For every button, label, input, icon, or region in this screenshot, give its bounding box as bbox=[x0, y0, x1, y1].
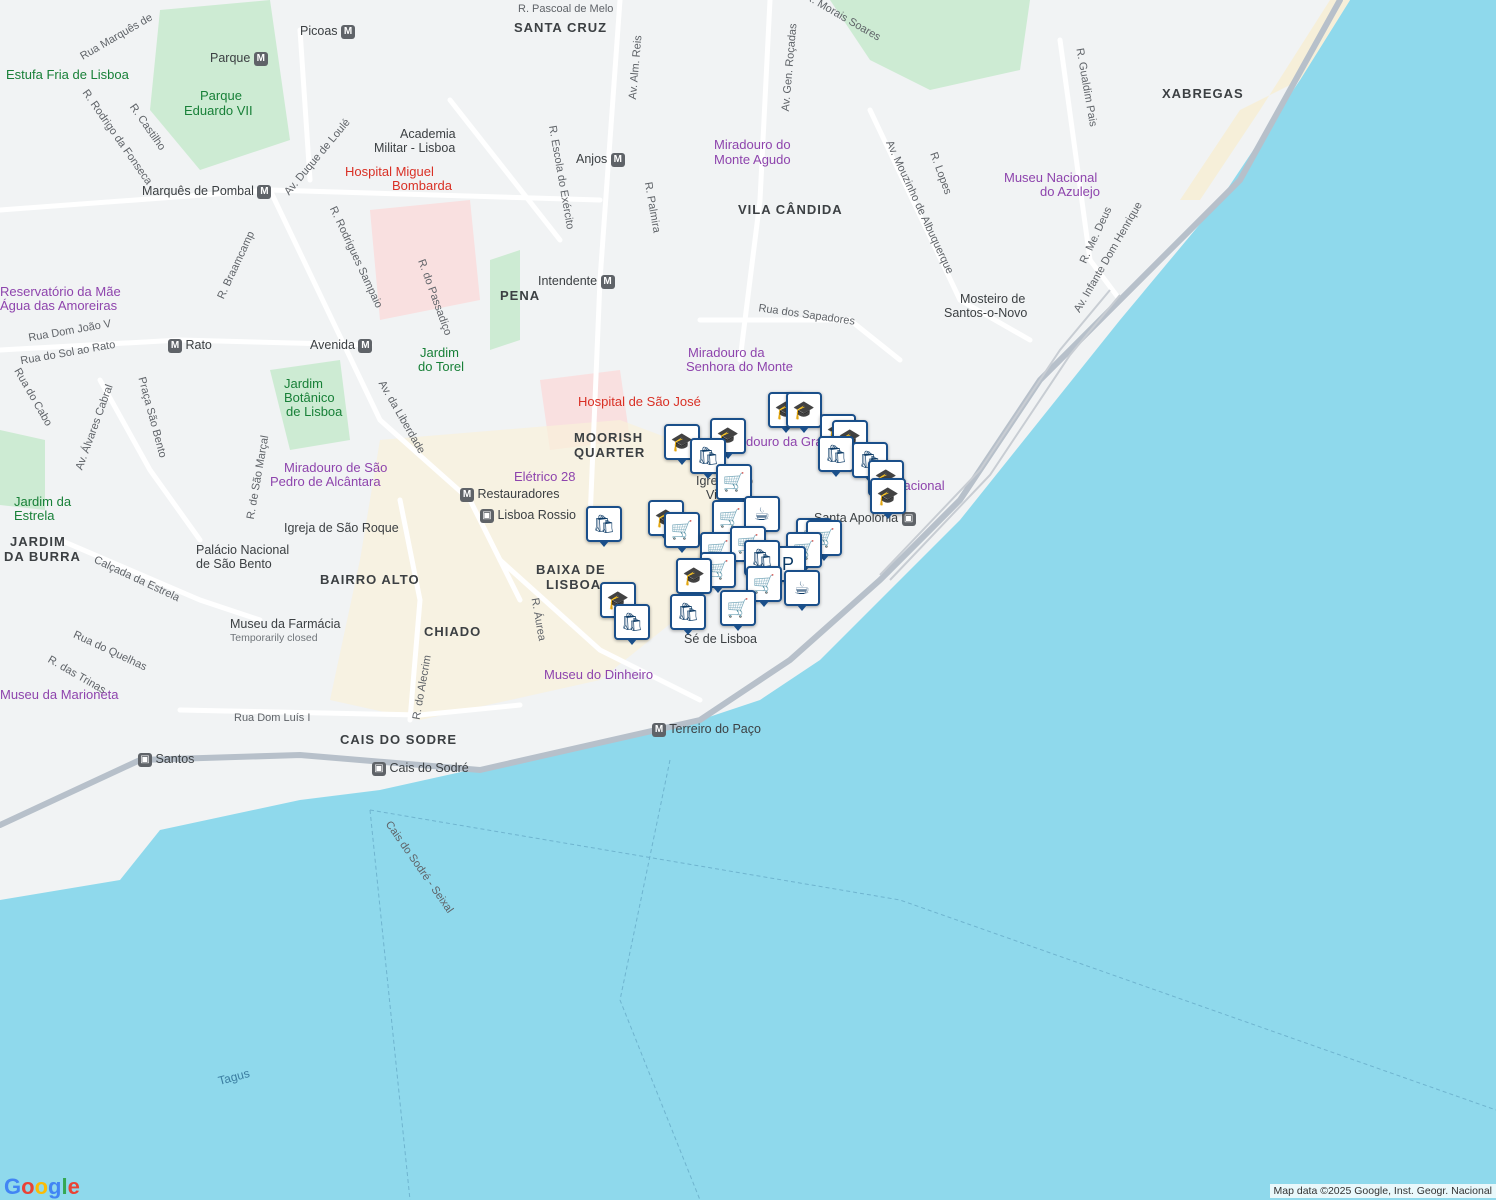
poi-senhora-do-monte[interactable]: Senhora do Monte bbox=[686, 359, 793, 374]
district-jardim: JARDIM bbox=[10, 534, 66, 549]
poi-botanico-3[interactable]: de Lisboa bbox=[286, 404, 342, 419]
metro-icon: M bbox=[600, 274, 615, 289]
poi-estufa-fria[interactable]: Estufa Fria de Lisboa bbox=[6, 67, 129, 82]
poi-sao-pedro-2[interactable]: Pedro de Alcântara bbox=[270, 474, 381, 489]
shopping-cart-pin[interactable]: 🛒 bbox=[716, 464, 752, 505]
school-pin[interactable]: 🎓 bbox=[870, 478, 906, 519]
metro-icon: M bbox=[460, 487, 474, 502]
poi-academia-2[interactable]: Militar - Lisboa bbox=[374, 141, 455, 156]
metro-icon: M bbox=[610, 152, 625, 167]
metro-avenida[interactable]: Avenida M bbox=[310, 338, 373, 353]
poi-sao-bento[interactable]: de São Bento bbox=[196, 557, 272, 572]
station-santos[interactable]: ▣ Santos bbox=[138, 752, 194, 767]
station-rossio[interactable]: ▣ Lisboa Rossio bbox=[480, 508, 576, 523]
metro-intendente[interactable]: Intendente M bbox=[538, 274, 615, 289]
metro-icon: M bbox=[253, 51, 268, 66]
district-lisboa: LISBOA bbox=[546, 577, 602, 592]
metro-icon: M bbox=[257, 184, 272, 199]
poi-hospital-sao-jose[interactable]: Hospital de São José bbox=[578, 394, 701, 409]
shopping-cart-pin[interactable]: 🛒 bbox=[720, 590, 756, 631]
map-attribution: Map data ©2025 Google, Inst. Geogr. Naci… bbox=[1269, 1184, 1496, 1198]
poi-jardim-torel[interactable]: Jardim bbox=[420, 345, 459, 360]
poi-monte-agudo[interactable]: Monte Agudo bbox=[714, 152, 791, 167]
poi-miradouro-senhora[interactable]: Miradouro da bbox=[688, 345, 765, 360]
google-logo: Google bbox=[4, 1174, 80, 1199]
poi-estrela-2[interactable]: Estrela bbox=[14, 508, 54, 523]
metro-icon: M bbox=[358, 338, 373, 353]
train-icon: ▣ bbox=[480, 508, 494, 523]
poi-museu-marioneta[interactable]: Museu da Marioneta bbox=[0, 687, 119, 702]
metro-icon: M bbox=[652, 722, 666, 737]
district-moorish-quarter: MOORISH QUARTER bbox=[574, 430, 646, 460]
poi-eletrico-28[interactable]: Elétrico 28 bbox=[514, 469, 575, 484]
train-icon: ▣ bbox=[138, 752, 152, 767]
metro-icon: M bbox=[341, 24, 356, 39]
train-icon: ▣ bbox=[372, 761, 386, 776]
poi-igreja-sao-roque[interactable]: Igreja de São Roque bbox=[284, 521, 399, 536]
poi-botanico-2[interactable]: Botânico bbox=[284, 390, 335, 405]
poi-bombarda[interactable]: Bombarda bbox=[392, 178, 452, 193]
shopping-bag-pin[interactable]: 🛍 bbox=[586, 506, 622, 547]
poi-eduardo-vii[interactable]: Eduardo VII bbox=[184, 103, 253, 118]
district-bairro-alto: BAIRRO ALTO bbox=[320, 572, 420, 587]
shopping-bag-pin[interactable]: 🛍 bbox=[614, 604, 650, 645]
poi-palacio-nacional[interactable]: Palácio Nacional bbox=[196, 543, 289, 558]
metro-restauradores[interactable]: M Restauradores bbox=[460, 487, 559, 502]
poi-se-de-lisboa[interactable]: Sé de Lisboa bbox=[684, 632, 757, 647]
poi-museu-azulejo[interactable]: Museu Nacional bbox=[1004, 170, 1097, 185]
poi-mosteiro[interactable]: Mosteiro de bbox=[960, 292, 1025, 307]
metro-terreiro-do-paco[interactable]: M Terreiro do Paço bbox=[652, 722, 761, 737]
district-chiado: CHIADO bbox=[424, 624, 482, 639]
poi-santos-o-novo[interactable]: Santos-o-Novo bbox=[944, 306, 1027, 321]
road-pascoal-de-melo: R. Pascoal de Melo bbox=[518, 3, 614, 15]
poi-museu-dinheiro[interactable]: Museu do Dinheiro bbox=[544, 667, 653, 682]
district-vila-candida: VILA CÂNDIDA bbox=[738, 202, 843, 217]
poi-azulejo-2[interactable]: do Azulejo bbox=[1040, 184, 1100, 199]
school-pin[interactable]: 🎓 bbox=[786, 392, 822, 433]
metro-rato[interactable]: M Rato bbox=[168, 338, 212, 353]
road-dom-luis-i: Rua Dom Luís I bbox=[234, 712, 311, 724]
district-santa-cruz: SANTA CRUZ bbox=[514, 20, 608, 35]
shopping-bag-pin[interactable]: 🛍 bbox=[670, 594, 706, 635]
shopping-bag-pin[interactable]: 🛍 bbox=[818, 436, 854, 477]
district-pena: PENA bbox=[500, 288, 541, 303]
poi-museu-farmacia[interactable]: Museu da Farmácia bbox=[230, 617, 340, 632]
district-baixa: BAIXA DE bbox=[536, 562, 606, 577]
district-da-burra: DA BURRA bbox=[4, 549, 81, 564]
district-xabregas: XABREGAS bbox=[1162, 86, 1244, 101]
metro-icon: M bbox=[168, 338, 182, 353]
metro-marques-de-pombal[interactable]: Marquês de Pombal M bbox=[142, 184, 272, 199]
poi-miradouro-sao-pedro[interactable]: Miradouro de São bbox=[284, 460, 387, 475]
poi-parque[interactable]: Parque bbox=[200, 88, 242, 103]
school-pin[interactable]: 🎓 bbox=[676, 558, 712, 599]
district-cais-do-sodre: CAIS DO SODRE bbox=[340, 732, 458, 747]
shopping-cart-pin[interactable]: 🛒 bbox=[664, 512, 700, 553]
train-icon: ▣ bbox=[901, 511, 916, 526]
poi-agua-amoreiras[interactable]: Água das Amoreiras bbox=[0, 298, 117, 313]
poi-jardim-estrela[interactable]: Jardim da bbox=[14, 494, 71, 509]
poi-reservatorio[interactable]: Reservatório da Mãe bbox=[0, 284, 121, 299]
poi-miradouro-monte-agudo[interactable]: Miradouro do bbox=[714, 137, 791, 152]
metro-picoas[interactable]: Picoas M bbox=[300, 24, 356, 39]
metro-parque[interactable]: Parque M bbox=[210, 51, 268, 66]
poi-torel-2[interactable]: do Torel bbox=[418, 359, 464, 374]
station-cais-do-sodre[interactable]: ▣ Cais do Sodré bbox=[372, 761, 469, 776]
cafe-pin[interactable]: ☕ bbox=[784, 570, 820, 611]
poi-hospital-miguel[interactable]: Hospital Miguel bbox=[345, 164, 434, 179]
poi-academia[interactable]: Academia bbox=[400, 127, 456, 142]
poi-temporarily-closed: Temporarily closed bbox=[230, 632, 318, 644]
metro-anjos[interactable]: Anjos M bbox=[576, 152, 625, 167]
poi-jardim-botanico[interactable]: Jardim bbox=[284, 376, 323, 391]
